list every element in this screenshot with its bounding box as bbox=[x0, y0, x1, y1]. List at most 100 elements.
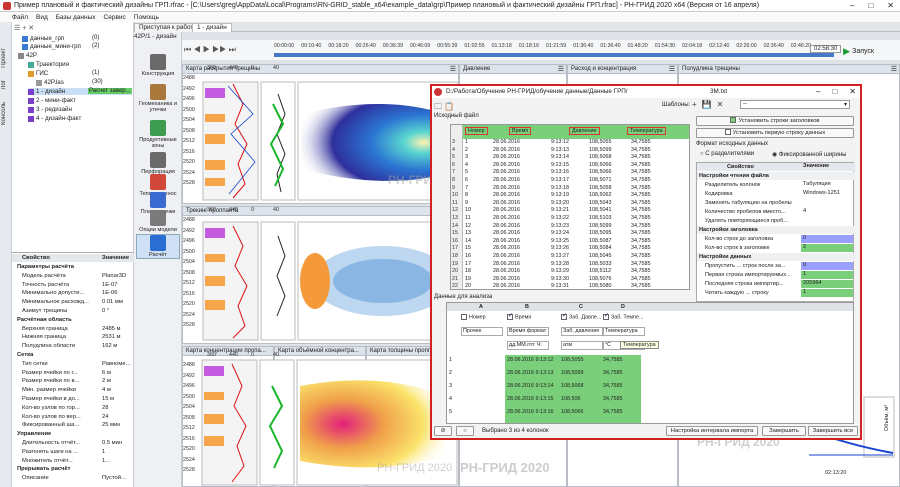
props-row[interactable]: Размер ячейки в до... 15 м bbox=[12, 395, 134, 403]
setting-value[interactable] bbox=[801, 172, 853, 180]
panel-menu-icon[interactable]: ☰ bbox=[669, 65, 675, 73]
props-row[interactable]: Нижняя граница 2531 м bbox=[12, 333, 134, 341]
settings-row[interactable]: Последняя строка импортир... 205964 bbox=[697, 280, 855, 288]
setting-value[interactable] bbox=[801, 217, 853, 225]
props-row[interactable]: Точность расчёта 1E-07 bbox=[12, 281, 134, 289]
side-tab-console[interactable]: Консоль bbox=[1, 102, 7, 125]
side-tab-log[interactable]: Лог bbox=[1, 80, 7, 89]
radio-delimited[interactable]: ○ С разделителями bbox=[700, 151, 754, 157]
settings-row[interactable]: Настройки данных bbox=[697, 253, 855, 261]
tab-design[interactable]: 1 - дизайн bbox=[192, 23, 232, 32]
settings-row[interactable]: Разделитель колонок Табуляция bbox=[697, 181, 855, 189]
tool-button[interactable]: Конструкция bbox=[136, 54, 180, 77]
prev-icon[interactable]: ⊘ bbox=[434, 426, 452, 436]
props-row[interactable]: Описание Пустой... bbox=[12, 474, 134, 482]
column-include-checkbox[interactable]: Заб. Давле... bbox=[561, 312, 601, 320]
source-file-grid[interactable]: Номер Время Давление Температура 3 1 28.06.201… bbox=[450, 124, 690, 290]
maximize-icon[interactable]: □ bbox=[868, 1, 873, 10]
finish-all-button[interactable]: Завершить все bbox=[808, 426, 858, 436]
minimize-icon[interactable]: – bbox=[850, 1, 854, 10]
props-row[interactable]: Сетка bbox=[12, 351, 134, 359]
last-frame-icon[interactable]: ⏭ bbox=[229, 45, 236, 54]
tool-button[interactable]: Продуктивные зоны bbox=[136, 120, 180, 149]
props-row[interactable]: Мин. размер ячейки 4 м bbox=[12, 386, 134, 394]
props-row[interactable]: Параметры расчёта bbox=[12, 263, 134, 271]
setting-value[interactable]: 0 bbox=[801, 262, 853, 270]
menu-databases[interactable]: Базы данных bbox=[56, 14, 96, 21]
props-row[interactable]: Размер ячейки по г... 6 м bbox=[12, 369, 134, 377]
save-icon[interactable]: 💾 bbox=[702, 100, 712, 109]
tree-item-redesign[interactable]: 3 - редизайн bbox=[28, 106, 72, 113]
prev-frame-icon[interactable]: ◀ bbox=[193, 45, 200, 54]
set-first-row-button[interactable]: Установить первую строку данных bbox=[696, 128, 854, 138]
column-include-checkbox[interactable]: Время bbox=[507, 312, 531, 320]
unit-select[interactable]: атм bbox=[561, 341, 603, 350]
props-row[interactable]: Азимут трещины 0 ° bbox=[12, 307, 134, 315]
props-row[interactable]: Верхняя граница 2485 м bbox=[12, 325, 134, 333]
template-select[interactable]: -- ▾ bbox=[740, 100, 850, 109]
dialog-maximize-icon[interactable]: □ bbox=[832, 87, 837, 96]
close-icon[interactable]: ✕ bbox=[887, 1, 894, 10]
delete-icon[interactable]: ✕ bbox=[28, 25, 34, 32]
column-type-select[interactable]: Время формат bbox=[507, 327, 549, 336]
tool-button[interactable]: Расчёт bbox=[136, 234, 180, 259]
setting-value[interactable]: 205964 bbox=[801, 280, 853, 288]
props-row[interactable]: Размер ячейки по в... 2 м bbox=[12, 377, 134, 385]
props-row[interactable]: Разгонять шаги на ... 1 bbox=[12, 448, 134, 456]
set-header-rows-button[interactable]: Установить строки заголовков bbox=[696, 116, 854, 126]
settings-row[interactable]: Количество пробелов вместо... 4 bbox=[697, 208, 855, 216]
props-row[interactable]: Тип сетки Равноме... bbox=[12, 360, 134, 368]
next-frame-icon[interactable]: ▶▶ bbox=[212, 45, 226, 54]
paste-icon[interactable]: 📋 bbox=[444, 102, 454, 111]
tree-item-minifrac-data[interactable]: данные_мини-грп bbox=[22, 43, 81, 50]
settings-row[interactable]: Заменять табуляцию на пробелы bbox=[697, 199, 855, 207]
add-icon[interactable]: + bbox=[22, 25, 26, 32]
tree-item-minifact[interactable]: 2 - мини-факт bbox=[28, 97, 76, 104]
settings-row[interactable]: Кол-во строк в заголовке 2 bbox=[697, 244, 855, 252]
time-field[interactable]: 02:58:30 bbox=[810, 45, 842, 53]
tree-item-design-fact[interactable]: 4 - дизайн-факт bbox=[28, 115, 81, 122]
radio-fixed-width[interactable]: ◉ Фиксированной ширины bbox=[772, 151, 846, 158]
play-icon[interactable]: ▶ bbox=[203, 45, 210, 54]
props-row[interactable]: Модель расчёта Planar3D bbox=[12, 272, 134, 280]
setting-value[interactable]: 1 bbox=[801, 271, 853, 279]
import-interval-button[interactable]: Настройка интервала импорта bbox=[666, 426, 758, 436]
setting-value[interactable]: Windows-1251 bbox=[801, 190, 853, 198]
column-include-checkbox[interactable]: Номер bbox=[461, 314, 486, 320]
props-row[interactable]: Полудлина области 162 м bbox=[12, 342, 134, 350]
column-type-select[interactable]: Заб. давление bbox=[561, 327, 603, 336]
column-include-checkbox[interactable]: Заб. Темпе... bbox=[603, 312, 643, 320]
setting-value[interactable] bbox=[801, 199, 853, 207]
column-type-select[interactable]: Температура bbox=[603, 327, 645, 336]
setting-value[interactable]: 2 bbox=[801, 244, 853, 252]
props-row[interactable]: Управление bbox=[12, 430, 134, 438]
tree-item-las[interactable]: 42P.las bbox=[36, 79, 64, 86]
first-frame-icon[interactable]: ⏮ bbox=[184, 45, 191, 54]
side-tab-project[interactable]: Проект bbox=[1, 48, 7, 68]
expand-icon[interactable]: ☰ bbox=[14, 25, 20, 32]
tool-button[interactable]: Опции модели bbox=[136, 210, 180, 233]
tree-item-frac-data[interactable]: данные_грп bbox=[22, 35, 64, 42]
setting-value[interactable]: 0 bbox=[801, 235, 853, 243]
run-button[interactable]: ▶ Запуск bbox=[843, 46, 874, 57]
settings-row[interactable]: Читать каждую ... строку 1 bbox=[697, 289, 855, 297]
props-row[interactable]: Расчётная область bbox=[12, 316, 134, 324]
panel-menu-icon[interactable]: ☰ bbox=[558, 65, 564, 73]
props-row[interactable]: Минимальное расхожд... 0.01 мм bbox=[12, 298, 134, 306]
props-row[interactable]: Кол-во узлов по вер... 24 bbox=[12, 413, 134, 421]
tool-button[interactable]: Перфорация bbox=[136, 152, 180, 175]
settings-row[interactable]: Удалять повторяющиеся проб... bbox=[697, 217, 855, 225]
finish-button[interactable]: Завершить bbox=[762, 426, 806, 436]
dialog-minimize-icon[interactable]: – bbox=[816, 87, 820, 96]
panel-menu-icon[interactable]: ☰ bbox=[450, 65, 456, 73]
column-type-select[interactable]: Прочее bbox=[461, 327, 503, 336]
props-row[interactable]: Минимально допусти... 1E-06 bbox=[12, 289, 134, 297]
props-row[interactable]: Кол-во узлов по гор... 28 bbox=[12, 404, 134, 412]
menu-file[interactable]: Файл bbox=[12, 14, 28, 21]
props-row[interactable]: Прерывать расчёт bbox=[12, 465, 134, 473]
settings-row[interactable]: Настройки заголовка bbox=[697, 226, 855, 234]
menu-service[interactable]: Сервис bbox=[104, 14, 126, 21]
next-icon[interactable]: ○ bbox=[456, 426, 474, 436]
tree-item-gis[interactable]: ГИС bbox=[28, 70, 48, 77]
settings-row[interactable]: Первая строка импортируемых... 1 bbox=[697, 271, 855, 279]
